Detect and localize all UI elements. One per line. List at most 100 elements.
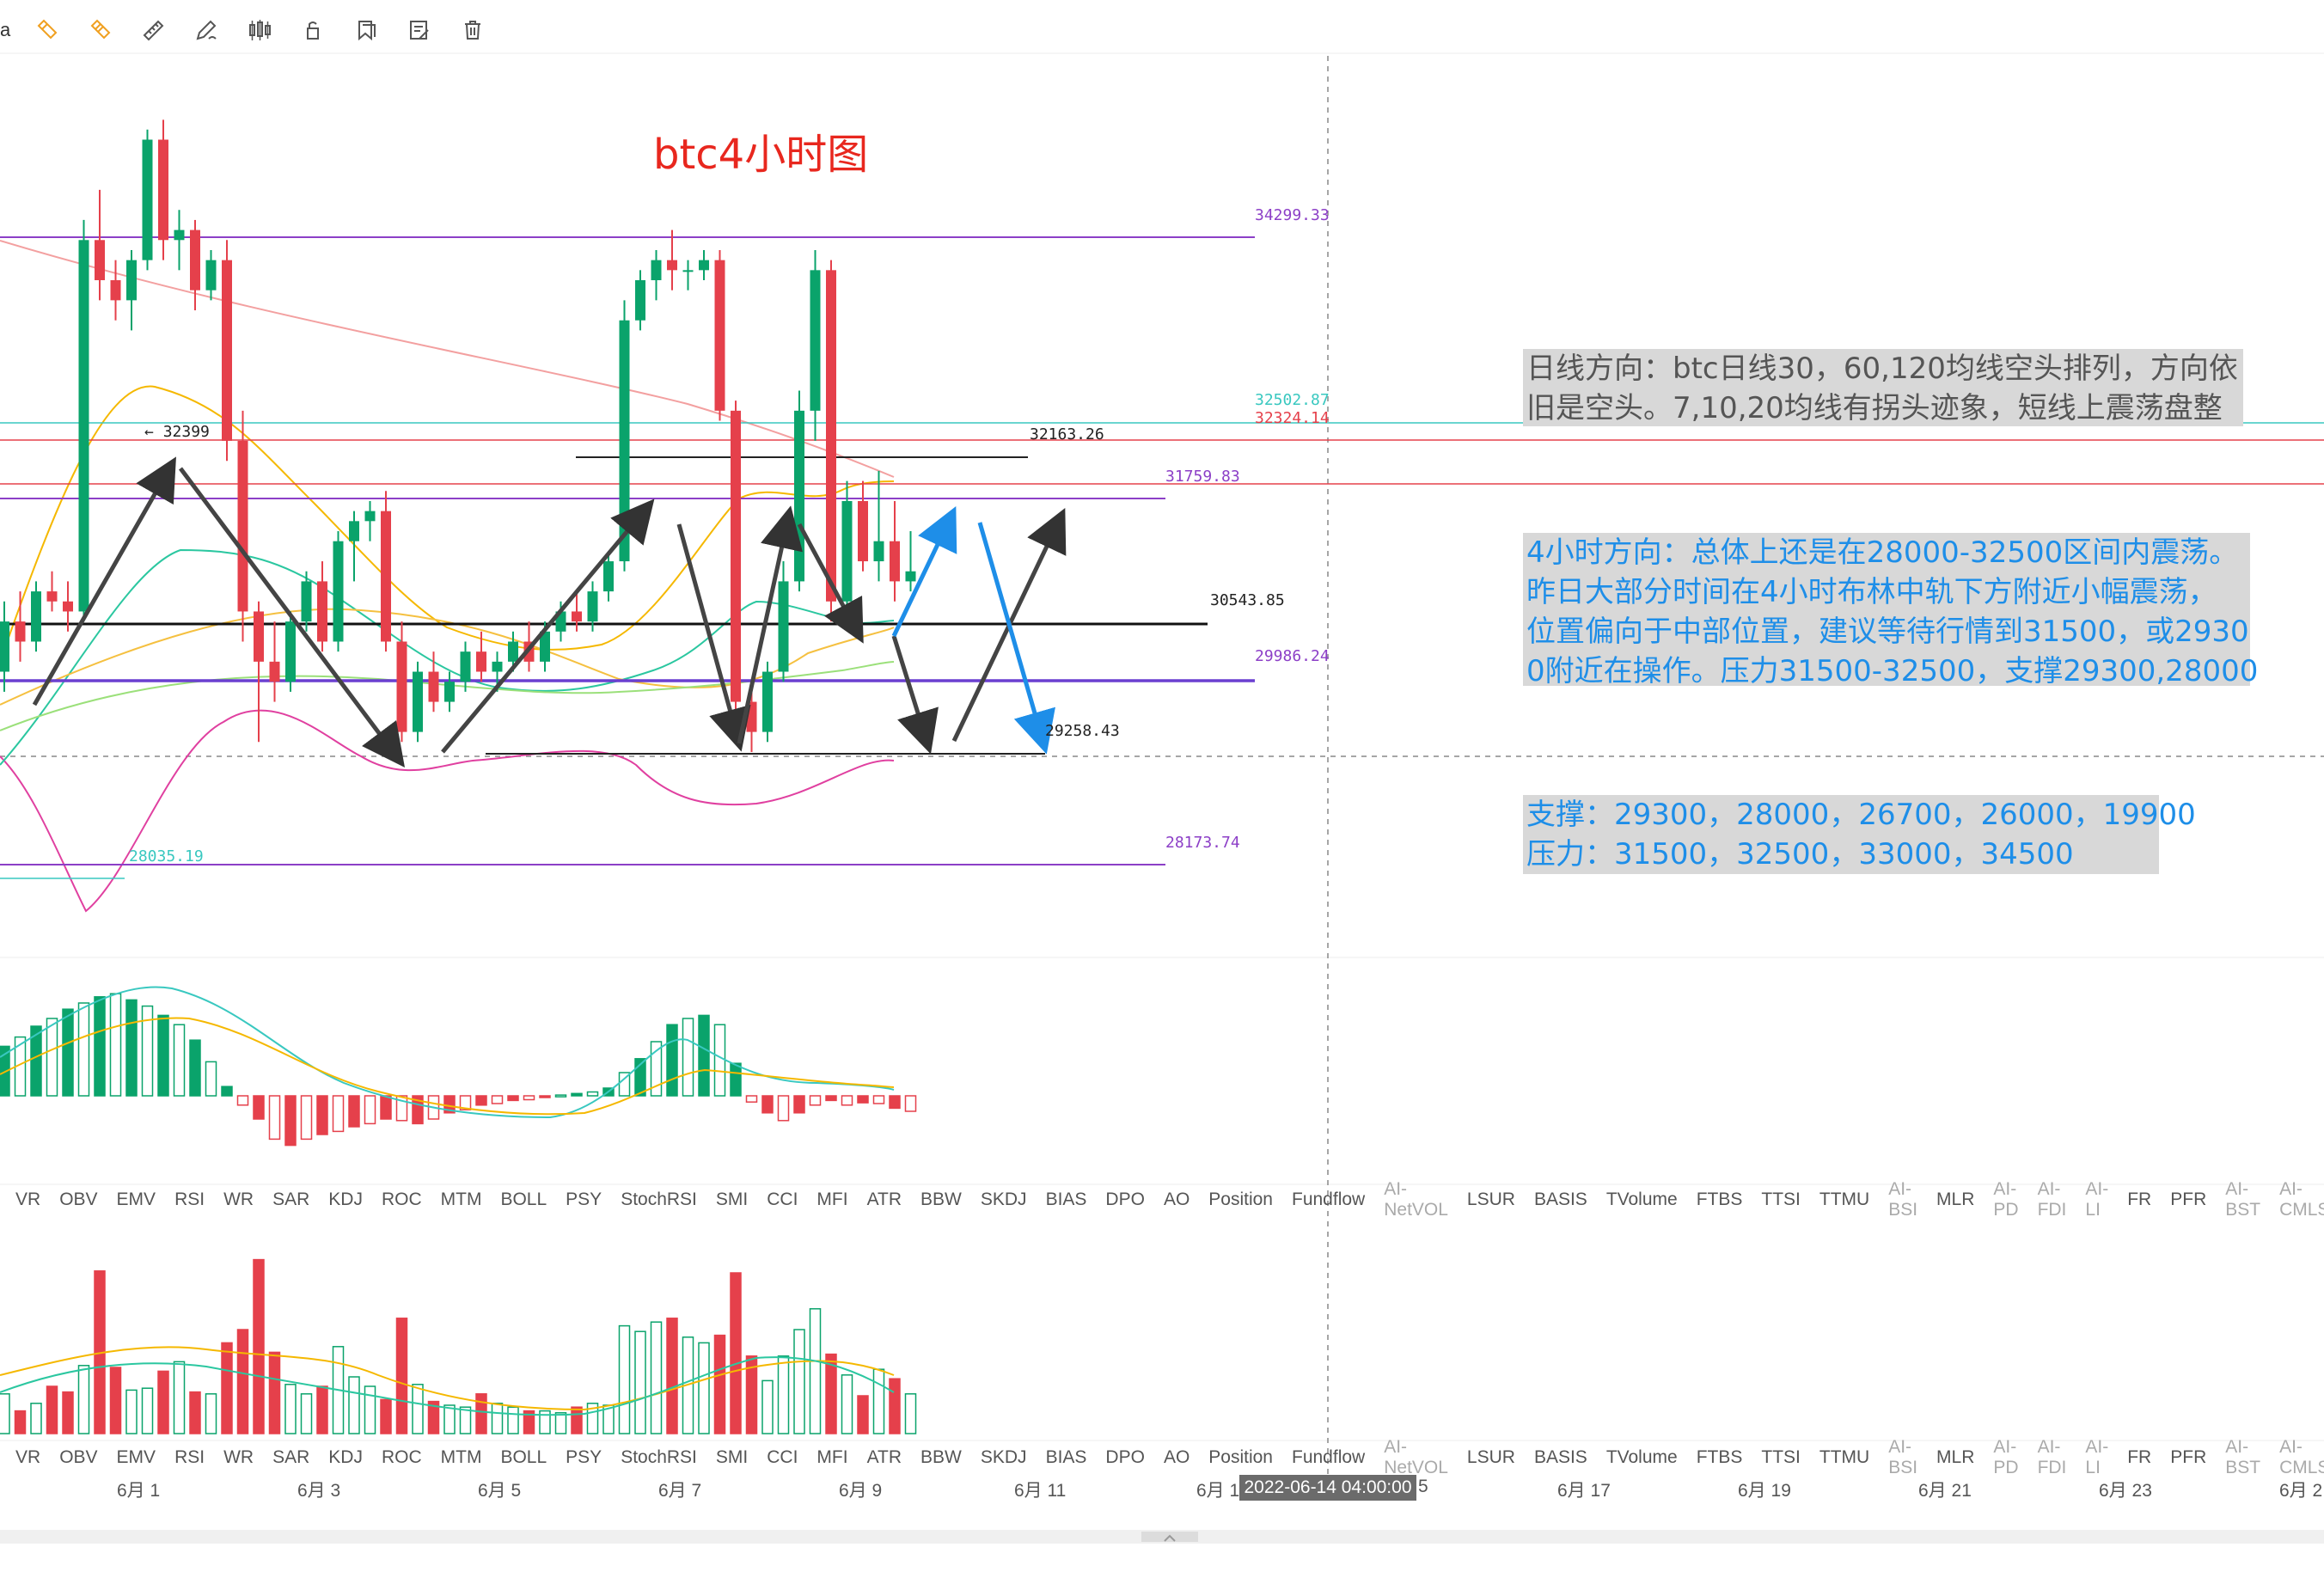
indicator-tab-ai-li[interactable]: AI-LI <box>2085 1437 2108 1478</box>
indicator-tab-kdj[interactable]: KDJ <box>328 1190 363 1210</box>
candle-body <box>190 229 200 291</box>
trash-icon[interactable] <box>459 16 486 44</box>
indicator-tab-ai-bst[interactable]: AI-BST <box>2225 1179 2260 1220</box>
trend-arrow <box>32 456 176 706</box>
bookmark-icon[interactable] <box>352 16 380 44</box>
indicator-tab-position[interactable]: Position <box>1208 1447 1273 1468</box>
indicator-tab-pfr[interactable]: PFR <box>2170 1190 2206 1210</box>
magnet-strong-icon[interactable] <box>86 16 113 44</box>
indicator-tab-obv[interactable]: OBV <box>59 1447 97 1468</box>
indicator-tab-obv[interactable]: OBV <box>59 1190 97 1210</box>
macd-bar <box>62 1008 74 1097</box>
indicator-tab-ao[interactable]: AO <box>1164 1447 1190 1468</box>
indicator-tab-stochrsi[interactable]: StochRSI <box>621 1190 697 1210</box>
indicator-tab-dpo[interactable]: DPO <box>1105 1190 1145 1210</box>
indicator-tab-basis[interactable]: BASIS <box>1534 1190 1587 1210</box>
indicator-tab-ai-pd[interactable]: AI-PD <box>1993 1179 2018 1220</box>
indicator-tab-boll[interactable]: BOLL <box>500 1447 547 1468</box>
indicator-tab-dpo[interactable]: DPO <box>1105 1447 1145 1468</box>
indicator-tab-skdj[interactable]: SKDJ <box>981 1190 1027 1210</box>
indicator-tab-mfi[interactable]: MFI <box>816 1447 847 1468</box>
indicator-tab-mtm[interactable]: MTM <box>441 1447 482 1468</box>
indicator-tab-ao[interactable]: AO <box>1164 1190 1190 1210</box>
pen-icon[interactable] <box>193 16 220 44</box>
indicator-tab-fr[interactable]: FR <box>2127 1190 2151 1210</box>
chart-canvas[interactable] <box>0 0 2324 1584</box>
candle-body <box>63 601 73 612</box>
indicator-tab-ai-pd[interactable]: AI-PD <box>1993 1437 2018 1478</box>
magnet-icon[interactable] <box>33 16 60 44</box>
indicator-tab-mfi[interactable]: MFI <box>816 1190 847 1210</box>
indicator-tab-roc[interactable]: ROC <box>382 1447 422 1468</box>
indicator-tab-fr[interactable]: FR <box>2127 1447 2151 1468</box>
indicator-tab-stochrsi[interactable]: StochRSI <box>621 1447 697 1468</box>
macd-bar <box>157 1014 169 1097</box>
indicator-tab-atr[interactable]: ATR <box>867 1190 902 1210</box>
indicator-tab-vr[interactable]: VR <box>15 1190 40 1210</box>
candles-icon[interactable] <box>246 16 273 44</box>
indicator-tab-cci[interactable]: CCI <box>767 1190 798 1210</box>
indicator-tab-ai-li[interactable]: AI-LI <box>2085 1179 2108 1220</box>
indicator-tab-lsur[interactable]: LSUR <box>1467 1447 1515 1468</box>
indicator-tab-ai-cmlsi[interactable]: AI-CMLSI <box>2279 1179 2324 1220</box>
indicator-tab-fundflow[interactable]: Fundflow <box>1292 1190 1365 1210</box>
indicator-tab-ai-bsi[interactable]: AI-BSI <box>1888 1437 1917 1478</box>
indicator-tab-emv[interactable]: EMV <box>117 1447 156 1468</box>
indicator-tab-tvolume[interactable]: TVolume <box>1606 1447 1678 1468</box>
candle-body <box>731 410 741 702</box>
indicator-tab-ai-bsi[interactable]: AI-BSI <box>1888 1179 1917 1220</box>
macd-bar <box>889 1095 901 1110</box>
indicator-tab-smi[interactable]: SMI <box>716 1190 748 1210</box>
indicator-tab-ttmu[interactable]: TTMU <box>1819 1447 1869 1468</box>
indicator-tab-sar[interactable]: SAR <box>272 1190 309 1210</box>
lock-icon[interactable] <box>299 16 327 44</box>
indicator-tab-ttsi[interactable]: TTSI <box>1761 1190 1801 1210</box>
indicator-tab-ftbs[interactable]: FTBS <box>1697 1190 1743 1210</box>
ruler-icon[interactable] <box>139 16 167 44</box>
notes-icon[interactable] <box>406 16 433 44</box>
macd-bar <box>284 1095 297 1147</box>
date-label: 6月 3 <box>297 1481 341 1501</box>
indicator-tab-boll[interactable]: BOLL <box>500 1190 547 1210</box>
indicator-tab-vr[interactable]: VR <box>15 1447 40 1468</box>
indicator-tab-rsi[interactable]: RSI <box>174 1190 205 1210</box>
indicator-tab-atr[interactable]: ATR <box>867 1447 902 1468</box>
indicator-tab-ai-netvol[interactable]: AI-NetVOL <box>1384 1437 1448 1478</box>
indicator-tab-roc[interactable]: ROC <box>382 1190 422 1210</box>
indicator-tab-mlr[interactable]: MLR <box>1936 1447 1974 1468</box>
candle-body <box>476 651 486 672</box>
indicator-tab-ai-fdi[interactable]: AI-FDI <box>2038 1437 2067 1478</box>
indicator-tab-ai-bst[interactable]: AI-BST <box>2225 1437 2260 1478</box>
indicator-tab-psy[interactable]: PSY <box>566 1447 602 1468</box>
indicator-tab-smi[interactable]: SMI <box>716 1447 748 1468</box>
indicator-tab-ttmu[interactable]: TTMU <box>1819 1190 1869 1210</box>
scroll-handle[interactable] <box>1141 1532 1198 1542</box>
indicator-tab-basis[interactable]: BASIS <box>1534 1447 1587 1468</box>
indicator-tab-fundflow[interactable]: Fundflow <box>1292 1447 1365 1468</box>
indicator-tab-wr[interactable]: WR <box>223 1190 254 1210</box>
indicator-tab-bias[interactable]: BIAS <box>1046 1190 1087 1210</box>
indicator-tab-tvolume[interactable]: TVolume <box>1606 1190 1678 1210</box>
macd-bar <box>825 1095 837 1102</box>
indicator-tab-kdj[interactable]: KDJ <box>328 1447 363 1468</box>
indicator-tab-ai-netvol[interactable]: AI-NetVOL <box>1384 1179 1448 1220</box>
indicator-tab-ftbs[interactable]: FTBS <box>1697 1447 1743 1468</box>
indicator-tab-wr[interactable]: WR <box>223 1447 254 1468</box>
indicator-tab-bbw[interactable]: BBW <box>920 1190 962 1210</box>
indicator-tab-ttsi[interactable]: TTSI <box>1761 1447 1801 1468</box>
indicator-tab-mtm[interactable]: MTM <box>441 1190 482 1210</box>
indicator-tab-psy[interactable]: PSY <box>566 1190 602 1210</box>
indicator-tab-skdj[interactable]: SKDJ <box>981 1447 1027 1468</box>
indicator-tab-position[interactable]: Position <box>1208 1190 1273 1210</box>
indicator-tab-ai-cmlsi[interactable]: AI-CMLSI <box>2279 1437 2324 1478</box>
indicator-tab-cci[interactable]: CCI <box>767 1447 798 1468</box>
indicator-tab-bbw[interactable]: BBW <box>920 1447 962 1468</box>
indicator-tab-lsur[interactable]: LSUR <box>1467 1190 1515 1210</box>
indicator-tab-emv[interactable]: EMV <box>117 1190 156 1210</box>
indicator-tab-ai-fdi[interactable]: AI-FDI <box>2038 1179 2067 1220</box>
indicator-tab-rsi[interactable]: RSI <box>174 1447 205 1468</box>
indicator-tab-sar[interactable]: SAR <box>272 1447 309 1468</box>
indicator-tab-mlr[interactable]: MLR <box>1936 1190 1974 1210</box>
indicator-tab-pfr[interactable]: PFR <box>2170 1447 2206 1468</box>
indicator-tab-bias[interactable]: BIAS <box>1046 1447 1087 1468</box>
